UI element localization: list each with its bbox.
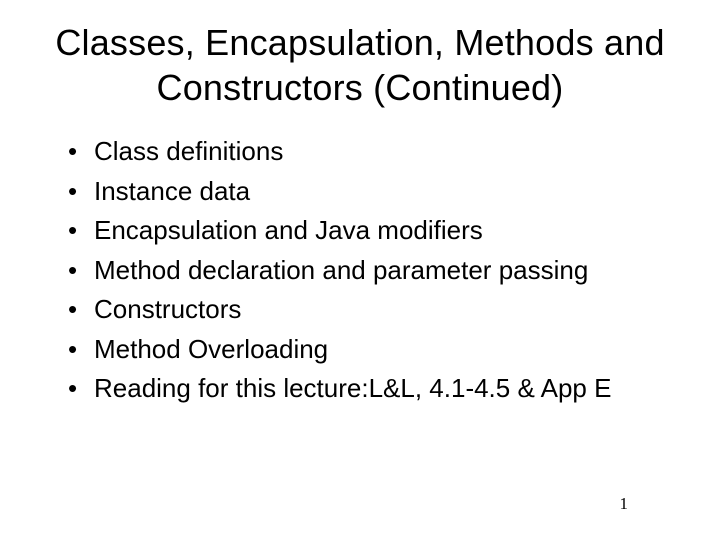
list-item: Instance data [68,172,690,212]
list-item: Reading for this lecture:L&L, 4.1-4.5 & … [68,369,690,409]
list-item: Class definitions [68,132,690,172]
list-item: Encapsulation and Java modifiers [68,211,690,251]
slide: Classes, Encapsulation, Methods and Cons… [0,0,720,540]
bullet-list: Class definitions Instance data Encapsul… [30,132,690,409]
list-item: Method Overloading [68,330,690,370]
list-item: Method declaration and parameter passing [68,251,690,291]
list-item: Constructors [68,290,690,330]
slide-title: Classes, Encapsulation, Methods and Cons… [30,20,690,110]
page-number: 1 [620,494,629,514]
